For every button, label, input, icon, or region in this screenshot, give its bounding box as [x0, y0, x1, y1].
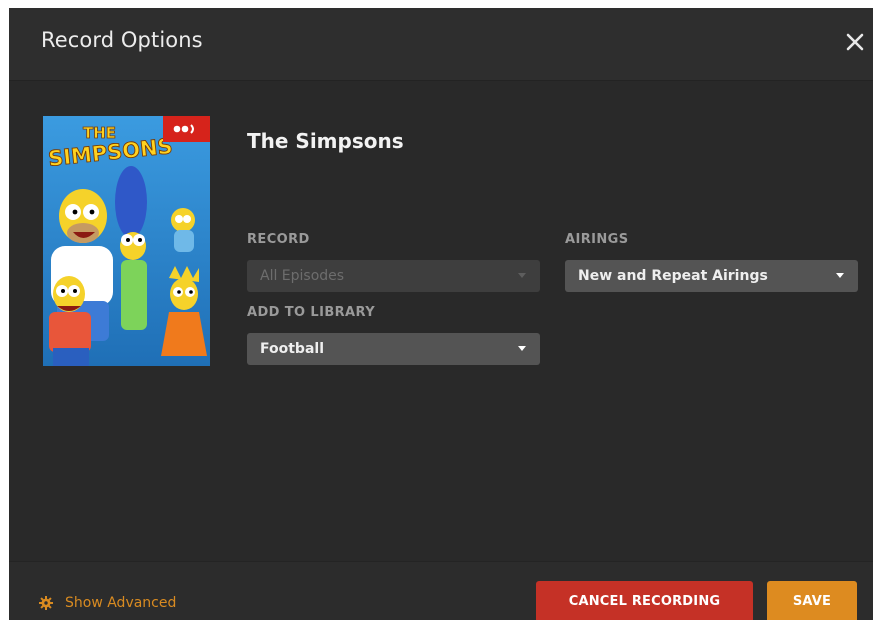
record-options-dialog: Record Options THE SIMPSONS The Simpsons… — [9, 8, 873, 620]
show-advanced-label: Show Advanced — [65, 595, 177, 611]
library-label: ADD TO LIBRARY — [247, 305, 376, 320]
save-button[interactable]: SAVE — [767, 581, 857, 620]
record-label: RECORD — [247, 232, 310, 247]
svg-text:THE: THE — [83, 124, 116, 142]
dialog-footer: Show Advanced CANCEL RECORDING SAVE — [9, 561, 873, 620]
show-title: The Simpsons — [247, 129, 404, 153]
chevron-down-icon — [518, 273, 526, 278]
library-select-value: Football — [260, 341, 324, 357]
record-select: All Episodes — [247, 260, 540, 292]
close-icon[interactable] — [843, 30, 867, 54]
cancel-recording-button[interactable]: CANCEL RECORDING — [536, 581, 753, 620]
chevron-down-icon — [518, 346, 526, 351]
airings-label: AIRINGS — [565, 232, 629, 247]
chevron-down-icon — [836, 273, 844, 278]
dialog-title: Record Options — [41, 28, 203, 52]
airings-select[interactable]: New and Repeat Airings — [565, 260, 858, 292]
library-select[interactable]: Football — [247, 333, 540, 365]
dialog-header: Record Options — [9, 8, 873, 81]
show-advanced-link[interactable]: Show Advanced — [39, 595, 176, 611]
show-poster: THE SIMPSONS — [43, 116, 210, 366]
gear-icon — [39, 596, 53, 610]
airings-select-value: New and Repeat Airings — [578, 268, 768, 284]
record-select-value: All Episodes — [260, 268, 345, 284]
